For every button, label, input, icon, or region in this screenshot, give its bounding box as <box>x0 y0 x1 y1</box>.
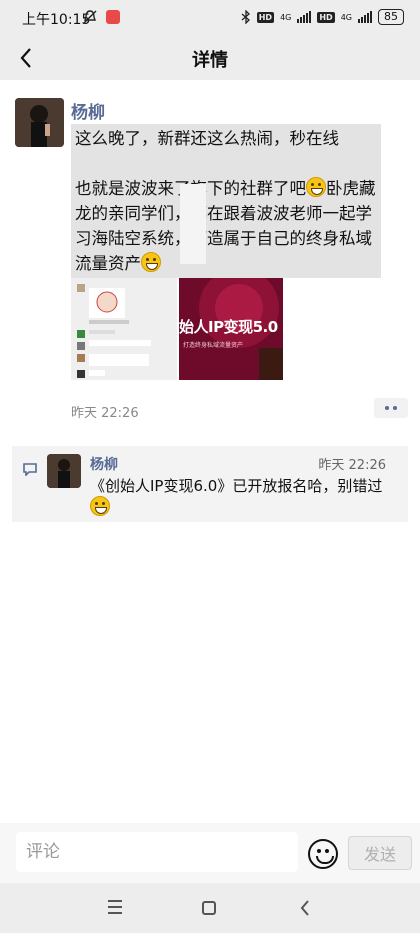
status-left-icons <box>82 9 120 25</box>
send-button[interactable]: 发送 <box>348 836 412 870</box>
battery-indicator: 85 <box>378 9 404 25</box>
hd-badge-2: HD <box>317 11 335 23</box>
poster-subtitle: 打造终身私域流量资产 <box>183 342 244 349</box>
post-text: 这么晚了，新群还这么热闹，秒在线 也就是波波来了旗下的社群了吧卧虎藏龙的亲同学们… <box>71 124 381 278</box>
post-paragraph-2: 也就是波波来了旗下的社群了吧卧虎藏龙的亲同学们，都在跟着波波老师一起学习海陆空系… <box>75 176 377 276</box>
text-action-popup[interactable] <box>180 184 206 264</box>
mute-icon <box>83 10 97 24</box>
status-right-icons: HD 4G HD 4G 85 <box>241 9 404 25</box>
comment-avatar-image <box>47 454 81 488</box>
status-time: 上午10:15 <box>22 12 91 28</box>
grin-emoji-icon <box>306 177 326 197</box>
avatar-image <box>15 98 64 147</box>
page-title: 详情 <box>192 50 228 71</box>
comment-text: 《创始人IP变现6.0》已开放报名哈，别错过 <box>90 476 390 518</box>
comment-timestamp: 昨天 22:26 <box>318 458 386 473</box>
bluetooth-icon <box>241 10 250 24</box>
poster-title: 始人IP变现5.0 <box>179 318 278 336</box>
hd-badge: HD <box>256 11 275 23</box>
comment-section: 杨柳 昨天 22:26 《创始人IP变现6.0》已开放报名哈，别错过 <box>12 446 408 522</box>
comment-input[interactable] <box>16 832 298 872</box>
network-label-2: 4G <box>340 12 352 22</box>
comment-text-body: 《创始人IP变现6.0》已开放报名哈，别错过 <box>90 477 383 495</box>
nav-back-icon[interactable] <box>300 900 310 916</box>
comment-author-name[interactable]: 杨柳 <box>90 454 118 474</box>
more-actions-button[interactable] <box>374 398 408 418</box>
system-nav-bar <box>0 883 420 933</box>
nav-menu-icon[interactable] <box>108 900 122 918</box>
signal-icon <box>297 11 312 23</box>
nav-home-icon[interactable] <box>202 901 216 915</box>
status-bar: 上午10:15 HD 4G HD 4G 85 <box>0 0 420 36</box>
post-image-1[interactable] <box>71 278 177 380</box>
signal-icon-2 <box>358 11 372 23</box>
app-notification-icon <box>106 10 120 24</box>
network-label: 4G <box>280 12 292 22</box>
post-timestamp: 昨天 22:26 <box>71 406 139 421</box>
title-bar: 详情 <box>0 36 420 80</box>
post-image-2[interactable]: 始人IP变现5.0 打造终身私域流量资产 <box>179 278 283 380</box>
post-avatar[interactable] <box>15 98 64 147</box>
chat-screenshot-image <box>71 278 177 380</box>
emoji-button[interactable] <box>308 839 338 869</box>
grin-emoji-icon-2 <box>90 496 110 516</box>
post-paragraph-1: 这么晚了，新群还这么热闹，秒在线 <box>75 129 339 148</box>
post-author-name[interactable]: 杨柳 <box>71 98 105 123</box>
comment-avatar[interactable] <box>47 454 81 488</box>
comment-icon <box>23 463 37 476</box>
moment-detail: 杨柳 这么晚了，新群还这么热闹，秒在线 也就是波波来了旗下的社群了吧卧虎藏龙的亲… <box>0 80 420 823</box>
wink-emoji-icon <box>141 252 161 272</box>
comment-input-bar: 发送 <box>0 823 420 883</box>
